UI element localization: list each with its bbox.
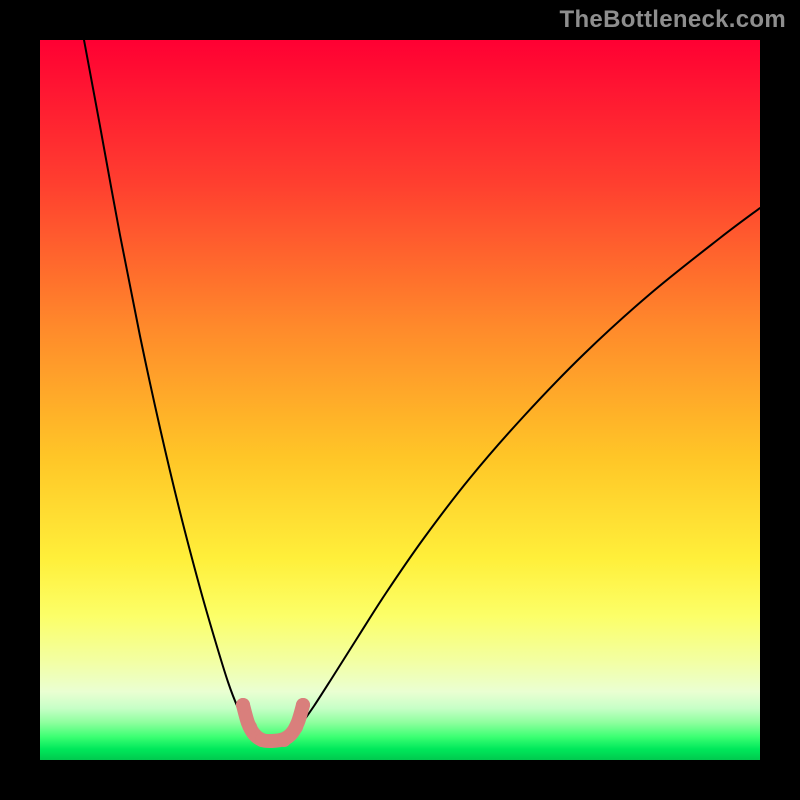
valley-dot: [289, 720, 303, 734]
plot-area: [40, 40, 760, 760]
valley-dot: [236, 698, 250, 712]
curve-layer: [40, 40, 760, 760]
valley-dot: [255, 733, 269, 747]
valley-dot: [243, 720, 257, 734]
valley-dot: [277, 733, 291, 747]
curve-right: [294, 208, 760, 733]
chart-frame: TheBottleneck.com: [0, 0, 800, 800]
curve-left: [84, 40, 253, 733]
watermark-text: TheBottleneck.com: [560, 6, 786, 34]
valley-dot: [296, 698, 310, 712]
